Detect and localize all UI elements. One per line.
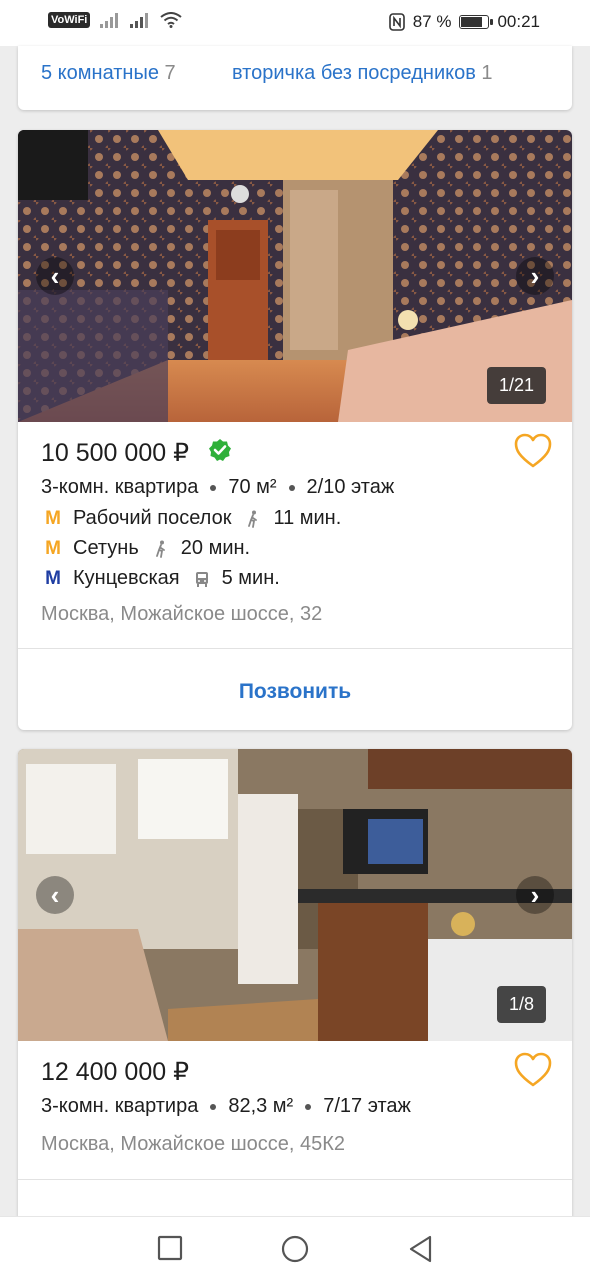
metro-time: 20 мин.: [180, 537, 251, 559]
apartment-type: 3-комн. квартира: [41, 1095, 199, 1117]
listing-price: 10 500 000 ₽: [41, 439, 189, 467]
filter-tags-card: 5 комнатные 7 вторичка без посредников 1: [18, 46, 572, 110]
tag-5-rooms[interactable]: 5 комнатные 7: [41, 62, 176, 85]
metro-station: Сетунь: [73, 537, 139, 559]
metro-time: 5 мин.: [221, 567, 280, 589]
apartment-area: 82,3 м²: [228, 1095, 294, 1117]
photo-counter: 1/8: [496, 986, 546, 1023]
chevron-left-icon[interactable]: ‹: [36, 257, 74, 295]
chevron-right-icon[interactable]: ›: [516, 257, 554, 295]
heart-icon[interactable]: [514, 1052, 552, 1088]
system-nav-bar: [0, 1216, 590, 1281]
signal-icon: [100, 13, 119, 28]
clock: 00:21: [497, 12, 540, 31]
divider: [18, 648, 572, 649]
home-icon[interactable]: [281, 1235, 309, 1263]
listing-params: 3-комн. квартира 82,3 м² 7/17 этаж: [41, 1095, 411, 1118]
tag-count: 7: [164, 62, 176, 84]
tag-secondary-no-agents[interactable]: вторичка без посредников 1: [232, 62, 493, 85]
metro-row: M Кунцевская 5 мин.: [41, 567, 280, 590]
apartment-area: 70 м²: [228, 476, 277, 498]
kitchen-photo-image: [18, 749, 572, 1041]
wifi-icon: [160, 12, 182, 28]
tag-label: 5 комнатные: [41, 62, 159, 84]
tag-label: вторичка без посредников: [232, 62, 476, 84]
listing-photo[interactable]: ‹ › 1/8: [18, 749, 572, 1041]
vowifi-icon: VoWiFi: [48, 12, 91, 28]
battery-percent: 87 %: [412, 12, 452, 31]
battery-icon: [459, 15, 494, 29]
listing-card[interactable]: ‹ › 1/21 10 500 000 ₽ 3-комн. квартира 7…: [18, 130, 572, 730]
walk-icon: [155, 540, 165, 558]
metro-row: M Сетунь 20 мин.: [41, 537, 250, 560]
bus-icon: [195, 571, 208, 587]
listing-params: 3-комн. квартира 70 м² 2/10 этаж: [41, 476, 394, 499]
tag-count: 1: [481, 62, 493, 84]
separator-dot: [210, 484, 217, 491]
walk-icon: [248, 510, 258, 528]
listing-photo[interactable]: ‹ › 1/21: [18, 130, 572, 422]
nfc-icon: [388, 13, 405, 31]
metro-station: Рабочий поселок: [73, 507, 232, 529]
metro-logo-icon: M: [45, 567, 61, 589]
separator-dot: [210, 1103, 217, 1110]
apartment-floor: 2/10 этаж: [306, 476, 395, 498]
listing-price: 12 400 000 ₽: [41, 1058, 189, 1086]
listing-address: Москва, Можайское шоссе, 45К2: [41, 1133, 346, 1155]
metro-station: Кунцевская: [73, 567, 180, 589]
status-bar: VoWiFi 87 % 00:21: [0, 0, 590, 46]
chevron-right-icon[interactable]: ›: [516, 876, 554, 914]
listing-address: Москва, Можайское шоссе, 32: [41, 603, 323, 625]
verified-check-icon: [209, 439, 231, 461]
divider: [18, 1179, 572, 1180]
separator-dot: [288, 484, 295, 491]
chevron-left-icon[interactable]: ‹: [36, 876, 74, 914]
metro-logo-icon: M: [45, 507, 61, 529]
apartment-type: 3-комн. квартира: [41, 476, 199, 498]
call-button[interactable]: Позвонить: [18, 680, 572, 704]
separator-dot: [305, 1103, 312, 1110]
back-icon[interactable]: [408, 1235, 434, 1263]
heart-icon[interactable]: [514, 433, 552, 469]
recent-apps-icon[interactable]: [157, 1235, 183, 1261]
signal-icon-2: [130, 13, 149, 28]
photo-counter: 1/21: [486, 367, 546, 404]
metro-time: 11 мин.: [273, 507, 342, 529]
metro-logo-icon: M: [45, 537, 61, 559]
metro-row: M Рабочий поселок 11 мин.: [41, 507, 341, 530]
apartment-floor: 7/17 этаж: [323, 1095, 411, 1117]
listing-card[interactable]: ‹ › 1/8 12 400 000 ₽ 3-комн. квартира 82…: [18, 749, 572, 1269]
